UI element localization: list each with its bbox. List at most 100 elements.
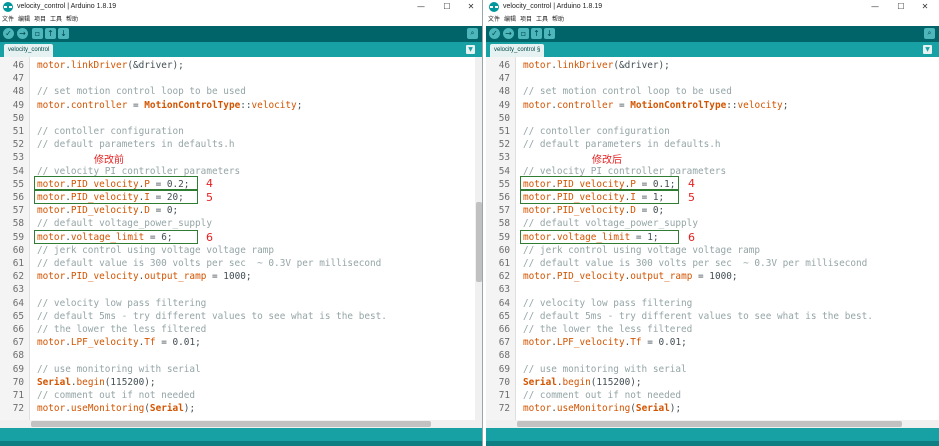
highlight-box-i [520, 190, 679, 204]
save-icon[interactable]: ↓ [544, 28, 555, 39]
code-line: motor.linkDriver(&driver); [523, 59, 670, 72]
menu-help[interactable]: 帮助 [552, 15, 564, 25]
code-editor[interactable]: 46 motor.linkDriver(&driver); 47 48// set m… [0, 57, 482, 428]
code-token: output_ramp [630, 271, 693, 283]
horizontal-scroll-thumb[interactable] [517, 421, 902, 427]
code-line: motor.useMonitoring(Serial); [37, 402, 195, 415]
code-line: // comment out if not needed [37, 389, 195, 402]
maximize-button[interactable]: ☐ [889, 0, 913, 14]
line-number: 70 [12, 376, 24, 388]
code-token: // contoller configuration [37, 126, 184, 137]
code-token: motor [37, 60, 66, 71]
tab-menu-icon[interactable]: ▼ [466, 45, 475, 54]
tab-velocity-control[interactable]: velocity_control § [490, 44, 545, 57]
vertical-scrollbar[interactable] [475, 57, 482, 428]
close-button[interactable]: ✕ [459, 0, 482, 14]
line-number: 65 [498, 310, 510, 322]
code-editor[interactable]: 46 motor.linkDriver(&driver); 47 48// set m… [486, 57, 939, 428]
verify-icon[interactable]: ✓ [489, 28, 500, 39]
vertical-scroll-thumb[interactable] [476, 202, 482, 282]
menu-sketch[interactable]: 项目 [520, 15, 532, 25]
arduino-window-after: velocity_control | Arduino 1.8.19 — ☐ ✕ … [486, 0, 939, 446]
line-number: 68 [498, 350, 510, 362]
line-number: 52 [498, 139, 510, 151]
code-token: // comment out if not needed [37, 390, 196, 401]
code-token: = 1000; [692, 271, 738, 283]
code-token: motor [523, 99, 552, 111]
code-line: // default value is 300 volts per sec ~ … [523, 257, 867, 270]
save-icon[interactable]: ↓ [58, 28, 69, 39]
code-token: :: [240, 99, 252, 111]
line-number: 72 [12, 403, 24, 415]
annotation-after-label: 修改后 [592, 155, 622, 166]
code-token: PID_velocity [556, 205, 625, 217]
annotation-num-6: 6 [688, 231, 695, 244]
code-line: // default 5ms - try different values to… [523, 310, 873, 323]
upload-icon[interactable]: → [17, 28, 28, 39]
tab-velocity-control[interactable]: velocity_control [4, 44, 54, 57]
menu-file[interactable]: 文件 [2, 15, 14, 25]
code-token: useMonitoring [70, 403, 145, 415]
code-token: LPF_velocity [70, 337, 139, 349]
serial-monitor-icon[interactable]: ⌕ [467, 28, 478, 39]
line-number: 61 [498, 258, 510, 269]
code-token: Serial [149, 403, 184, 415]
line-number: 48 [12, 86, 24, 98]
horizontal-scroll-thumb[interactable] [31, 421, 431, 427]
arduino-window-before: velocity_control | Arduino 1.8.19 — ☐ ✕ … [0, 0, 483, 446]
code-token: begin [562, 376, 591, 388]
menu-tools[interactable]: 工具 [536, 15, 548, 25]
code-token: MotionControlType [144, 99, 241, 111]
horizontal-scrollbar[interactable] [486, 420, 939, 428]
line-number: 62 [12, 271, 24, 283]
code-token: Serial [37, 376, 71, 388]
code-token: // use monitoring with serial [523, 363, 687, 375]
verify-icon[interactable]: ✓ [3, 28, 14, 39]
line-number: 46 [498, 60, 510, 71]
line-number: 61 [12, 258, 24, 269]
minimize-button[interactable]: — [863, 0, 887, 14]
close-button[interactable]: ✕ [913, 0, 937, 14]
line-number: 57 [12, 205, 24, 217]
line-number: 69 [12, 363, 24, 375]
annotation-num-6: 6 [206, 231, 213, 244]
line-number: 60 [498, 244, 510, 256]
tab-menu-icon[interactable]: ▼ [923, 45, 932, 54]
horizontal-scrollbar[interactable] [0, 420, 475, 428]
line-number: 64 [498, 297, 510, 309]
code-token: :: [726, 99, 738, 111]
code-token: motor [37, 337, 66, 349]
code-line: motor.controller = MotionControlType::ve… [523, 99, 788, 112]
open-icon[interactable]: ↑ [45, 28, 56, 39]
menu-tools[interactable]: 工具 [50, 15, 62, 25]
menu-edit[interactable]: 编辑 [18, 15, 30, 25]
menu-sketch[interactable]: 项目 [34, 15, 46, 25]
code-token: // default parameters in defaults.h [37, 139, 235, 151]
annotation-before-label: 修改前 [94, 155, 124, 166]
new-icon[interactable]: ▫ [32, 28, 43, 39]
open-icon[interactable]: ↑ [531, 28, 542, 39]
code-token: linkDriver [556, 60, 614, 71]
new-icon[interactable]: ▫ [518, 28, 529, 39]
line-number: 60 [12, 244, 24, 256]
line-number: 54 [498, 165, 510, 177]
serial-monitor-icon[interactable]: ⌕ [924, 28, 935, 39]
menu-file[interactable]: 文件 [488, 15, 500, 25]
annotation-num-5: 5 [688, 191, 695, 204]
menu-edit[interactable]: 编辑 [504, 15, 516, 25]
code-token: // default 5ms - try different values to… [37, 310, 387, 322]
code-line: motor.PID_velocity.D = 0; [37, 204, 178, 217]
line-number: 49 [498, 99, 510, 111]
minimize-button[interactable]: — [409, 0, 433, 14]
code-token: motor [523, 271, 552, 283]
upload-icon[interactable]: → [503, 28, 514, 39]
highlight-box-i [34, 190, 198, 204]
code-token: = 0; [149, 205, 179, 217]
code-token: ); [669, 403, 682, 415]
maximize-button[interactable]: ☐ [435, 0, 459, 14]
menu-help[interactable]: 帮助 [66, 15, 78, 25]
code-token: = 0.01; [641, 337, 687, 349]
code-line: motor.LPF_velocity.Tf = 0.01; [37, 336, 201, 349]
code-line: motor.controller = MotionControlType::ve… [37, 99, 302, 112]
line-number: 46 [12, 60, 24, 71]
